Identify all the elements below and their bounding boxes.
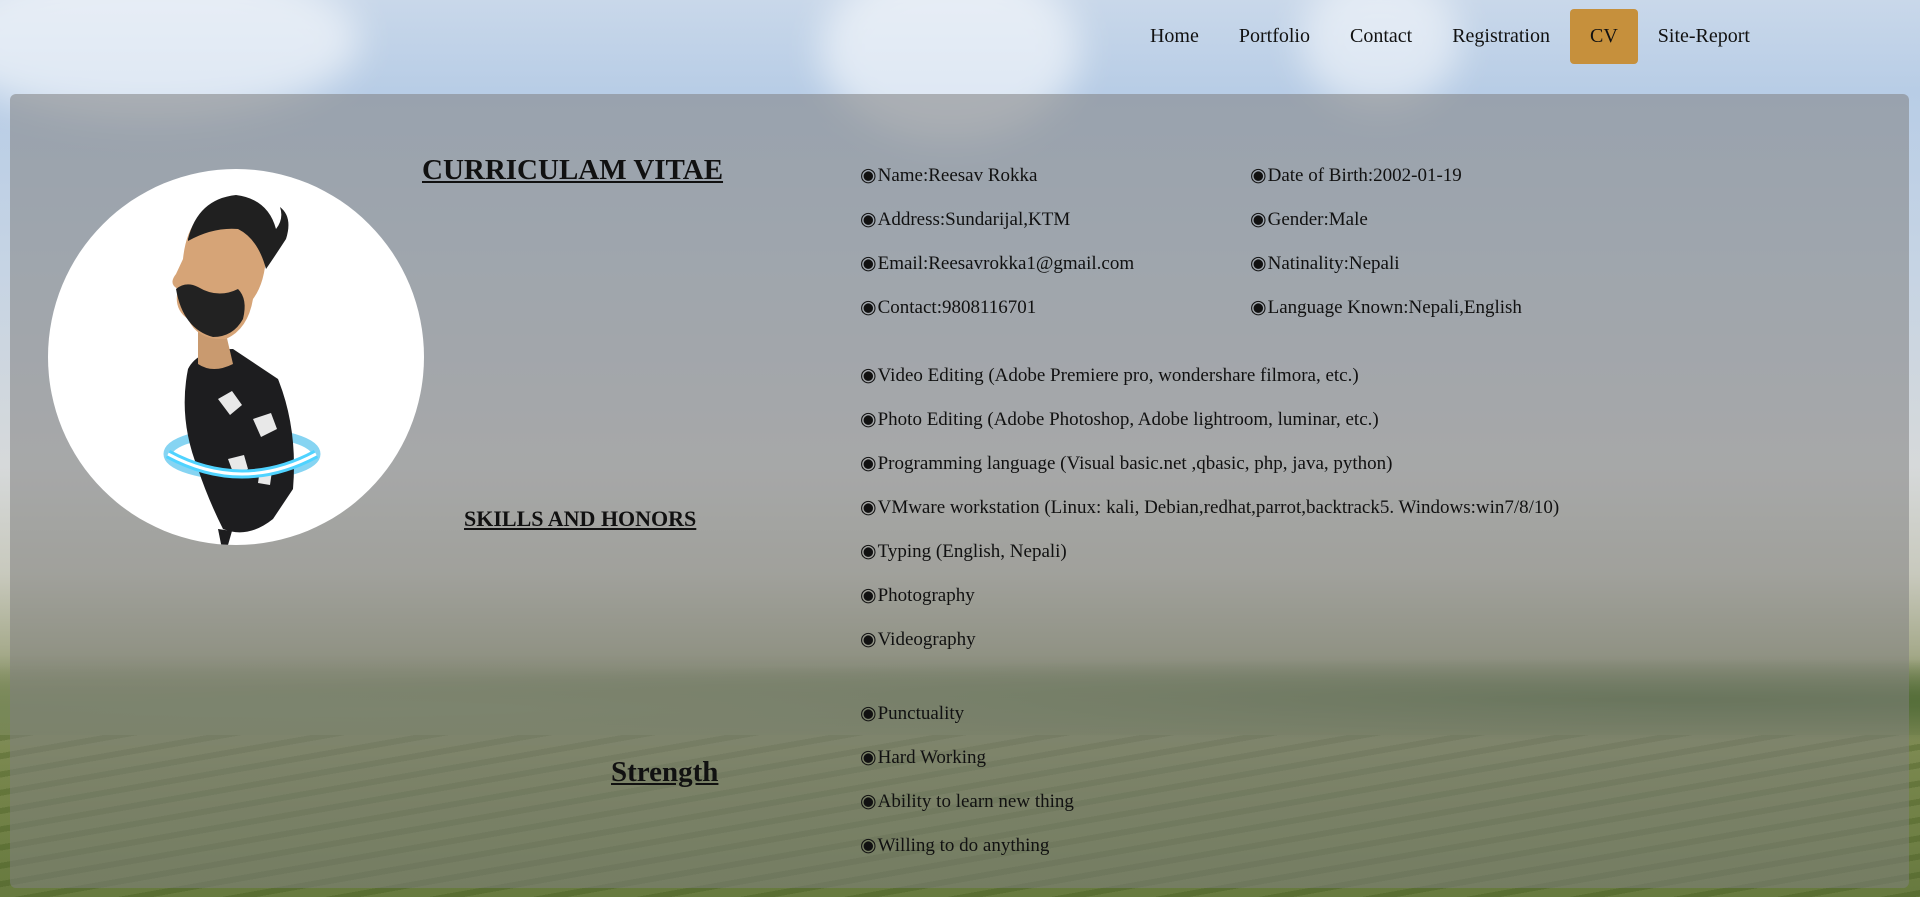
- bullet-icon: ◉: [860, 365, 877, 386]
- personal-info-text: Natinality:Nepali: [1267, 253, 1400, 274]
- strength-item: ◉Punctuality: [860, 702, 964, 725]
- bullet-icon: ◉: [860, 791, 877, 812]
- personal-info-contact: ◉Contact:9808116701: [860, 296, 1036, 319]
- profile-photo: [48, 169, 424, 545]
- bullet-icon: ◉: [860, 165, 877, 186]
- bullet-icon: ◉: [1250, 253, 1267, 274]
- bullet-icon: ◉: [860, 209, 877, 230]
- personal-info-gender: ◉Gender:Male: [1250, 208, 1368, 231]
- nav-portfolio[interactable]: Portfolio: [1219, 9, 1330, 64]
- skills-heading: SKILLS AND HONORS: [464, 506, 697, 531]
- strength-heading: Strength: [611, 756, 719, 788]
- personal-info-text: Address:Sundarijal,KTM: [877, 209, 1071, 230]
- personal-info-text: Date of Birth:2002-01-19: [1267, 165, 1462, 186]
- bullet-icon: ◉: [1250, 209, 1267, 230]
- personal-info-address: ◉Address:Sundarijal,KTM: [860, 208, 1070, 231]
- bullet-icon: ◉: [860, 409, 877, 430]
- personal-info-text: Gender:Male: [1267, 209, 1368, 230]
- bullet-icon: ◉: [860, 629, 877, 650]
- personal-info-text: Language Known:Nepali,English: [1267, 297, 1522, 318]
- bullet-icon: ◉: [1250, 165, 1267, 186]
- main-nav: Home Portfolio Contact Registration CV S…: [1130, 9, 1770, 64]
- personal-info-nationality: ◉Natinality:Nepali: [1250, 252, 1400, 275]
- skill-item: ◉VMware workstation (Linux: kali, Debian…: [860, 496, 1559, 519]
- bullet-icon: ◉: [860, 703, 877, 724]
- nav-registration[interactable]: Registration: [1432, 9, 1570, 64]
- personal-info-name: ◉Name:Reesav Rokka: [860, 164, 1037, 187]
- skill-text: Video Editing (Adobe Premiere pro, wonde…: [877, 365, 1359, 386]
- bullet-icon: ◉: [860, 497, 877, 518]
- skill-item: ◉Video Editing (Adobe Premiere pro, wond…: [860, 364, 1359, 387]
- skill-text: Videography: [877, 629, 976, 650]
- nav-home[interactable]: Home: [1130, 9, 1219, 64]
- strength-text: Willing to do anything: [877, 835, 1050, 856]
- nav-contact[interactable]: Contact: [1330, 9, 1432, 64]
- bullet-icon: ◉: [860, 253, 877, 274]
- personal-info-text: Email:Reesavrokka1@gmail.com: [877, 253, 1135, 274]
- skill-item: ◉Videography: [860, 628, 976, 651]
- strength-item: ◉Ability to learn new thing: [860, 790, 1074, 813]
- personal-info-text: Contact:9808116701: [877, 297, 1037, 318]
- skill-text: VMware workstation (Linux: kali, Debian,…: [877, 497, 1560, 518]
- strength-item: ◉Hard Working: [860, 746, 986, 769]
- bullet-icon: ◉: [860, 585, 877, 606]
- bullet-icon: ◉: [860, 541, 877, 562]
- skill-text: Photo Editing (Adobe Photoshop, Adobe li…: [877, 409, 1379, 430]
- nav-site-report[interactable]: Site-Report: [1638, 9, 1770, 64]
- skill-text: Typing (English, Nepali): [877, 541, 1067, 562]
- skill-text: Programming language (Visual basic.net ,…: [877, 453, 1393, 474]
- strength-item: ◉Willing to do anything: [860, 834, 1049, 857]
- skill-item: ◉Typing (English, Nepali): [860, 540, 1067, 563]
- cv-title: CURRICULAM VITAE: [422, 154, 724, 186]
- strength-text: Ability to learn new thing: [877, 791, 1074, 812]
- bullet-icon: ◉: [860, 297, 877, 318]
- bullet-icon: ◉: [860, 747, 877, 768]
- strength-text: Punctuality: [877, 703, 965, 724]
- bullet-icon: ◉: [1250, 297, 1267, 318]
- nav-cv[interactable]: CV: [1569, 9, 1638, 64]
- personal-info-email: ◉Email:Reesavrokka1@gmail.com: [860, 252, 1134, 275]
- bullet-icon: ◉: [860, 453, 877, 474]
- personal-info-text: Name:Reesav Rokka: [877, 165, 1038, 186]
- skill-item: ◉Photography: [860, 584, 975, 607]
- skill-item: ◉Photo Editing (Adobe Photoshop, Adobe l…: [860, 408, 1379, 431]
- personal-info-dob: ◉Date of Birth:2002-01-19: [1250, 164, 1462, 187]
- strength-text: Hard Working: [877, 747, 986, 768]
- skill-item: ◉Programming language (Visual basic.net …: [860, 452, 1393, 475]
- skill-text: Photography: [877, 585, 975, 606]
- bullet-icon: ◉: [860, 835, 877, 856]
- personal-info-language: ◉Language Known:Nepali,English: [1250, 296, 1522, 319]
